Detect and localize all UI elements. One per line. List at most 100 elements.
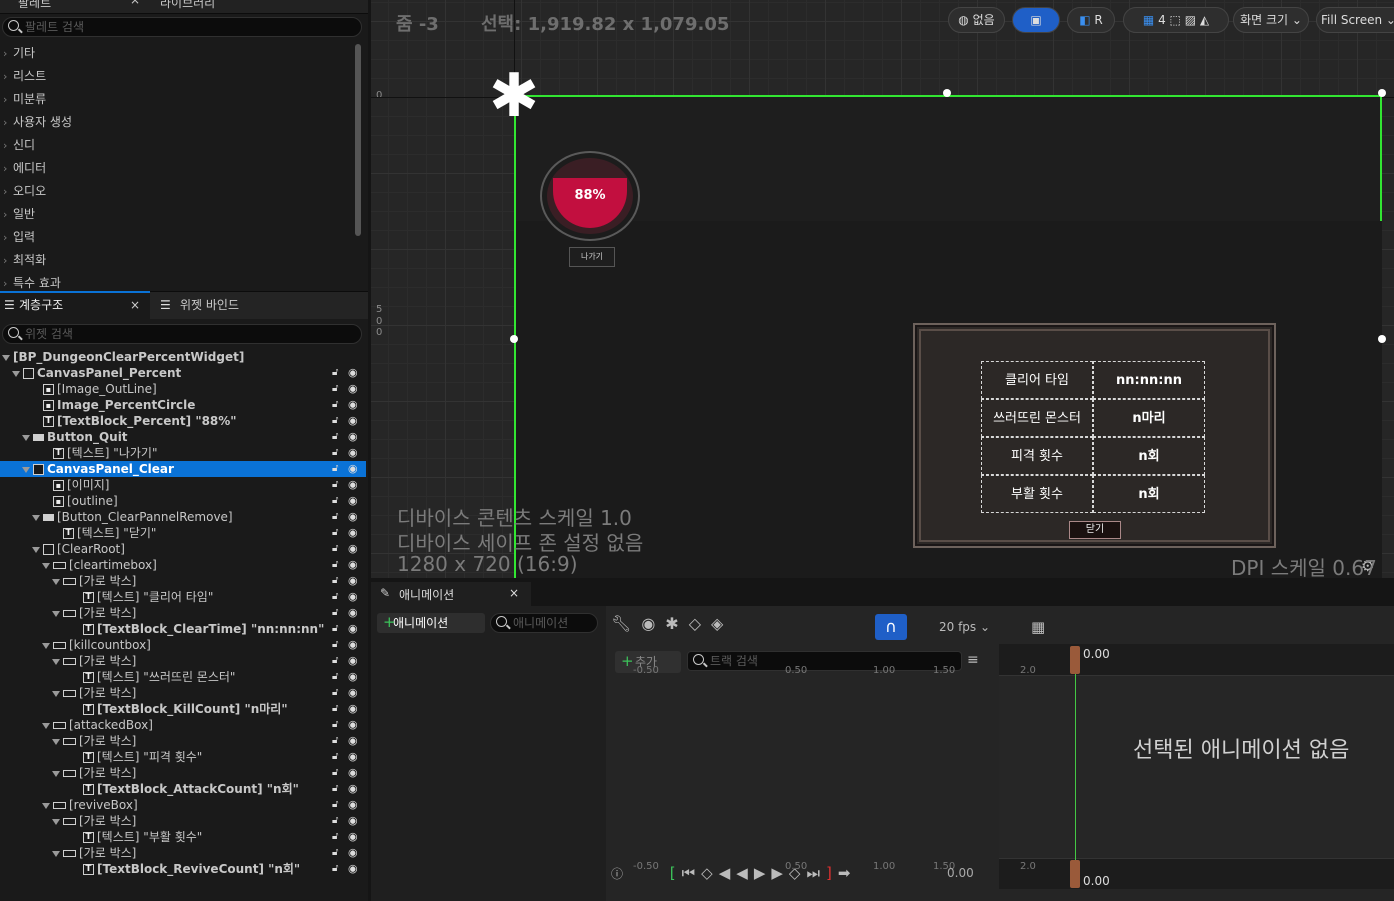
widget-search-input[interactable]: 위젯 검색 [2,324,362,344]
tree-item[interactable]: ▪ [outline] 🔓︎ ◉ [0,493,366,509]
tree-item[interactable]: [가로 박스] 🔓︎ ◉ [0,813,366,829]
start-range-icon[interactable]: [ [670,864,682,882]
lock-icon[interactable]: 🔓︎ [332,717,338,733]
tree-item[interactable]: T [텍스트] "닫기" 🔓︎ ◉ [0,525,366,541]
step-back-icon[interactable]: ◀ [719,864,737,882]
eye-icon[interactable]: ◉ [348,525,358,541]
fill-screen-dropdown[interactable]: Fill Screen ⌄ [1316,7,1394,33]
eye-icon[interactable]: ◉ [348,669,358,685]
to-start-icon[interactable]: ⏮ [682,864,702,882]
r-button[interactable]: ◧ R [1067,7,1115,33]
tree-item[interactable]: [reviveBox] 🔓︎ ◉ [0,797,366,813]
current-time-field[interactable]: 0.00 [947,866,974,880]
close-icon[interactable]: × [130,0,140,7]
eye-icon[interactable]: ◉ [348,589,358,605]
expand-arrow-icon[interactable] [52,658,60,665]
eye-icon[interactable]: ◉ [348,541,358,557]
palette-scrollbar[interactable] [355,44,361,236]
tab-palette[interactable]: 팔레트 [18,0,51,11]
resize-handle-top[interactable] [943,89,951,97]
end-range-icon[interactable]: ] [826,864,838,882]
lock-icon[interactable]: 🔓︎ [332,797,338,813]
designer-viewport[interactable]: 줌 -3 선택: 1,919.82 x 1,079.05 ◍ 없음 ▣ ◧ R … [371,0,1394,578]
close-icon[interactable]: × [509,586,519,600]
lock-icon[interactable]: 🔓︎ [332,749,338,765]
anchor-flower-icon[interactable]: ✱ [484,66,544,128]
lock-icon[interactable]: 🔓︎ [332,413,338,429]
expand-arrow-icon[interactable] [52,770,60,777]
tree-item[interactable]: [가로 박스] 🔓︎ ◉ [0,653,366,669]
lock-icon[interactable]: 🔓︎ [332,429,338,445]
globe-none-button[interactable]: ◍ 없음 [948,7,1005,33]
palette-category-item[interactable]: 입력 [0,226,350,249]
tree-item[interactable]: [BP_DungeonClearPercentWidget] [0,349,366,365]
filter-icon[interactable]: ≡ [967,652,979,668]
tree-item[interactable]: [가로 박스] 🔓︎ ◉ [0,573,366,589]
lock-icon[interactable]: 🔓︎ [332,669,338,685]
tree-item[interactable]: ▪ [이미지] 🔓︎ ◉ [0,477,366,493]
lock-icon[interactable]: 🔓︎ [332,397,338,413]
tree-item[interactable]: [가로 박스] 🔓︎ ◉ [0,765,366,781]
gear-dropdown-icon[interactable]: ✱ [665,614,688,633]
expand-arrow-icon[interactable] [52,690,60,697]
tree-item[interactable]: T [텍스트] "부활 횟수" 🔓︎ ◉ [0,829,366,845]
eye-icon[interactable]: ◉ [348,749,358,765]
eye-icon[interactable]: ◉ [641,614,665,633]
grid-controls[interactable]: ▦ 4 ⬚ ▨ ◭ [1123,7,1229,33]
lock-icon[interactable]: 🔓︎ [332,781,338,797]
to-end-icon[interactable]: ⏭ [806,864,826,882]
screen-size-dropdown[interactable]: 화면 크기 ⌄ [1233,7,1309,33]
palette-category-item[interactable]: 미분류 [0,88,350,111]
widget-canvas[interactable]: 88% 나가기 클리어 타임 nn:nn:nn 쓰러뜨린 몬스터 n마리 피격 횟수 n회… [510,89,1386,578]
lock-icon[interactable]: 🔓︎ [332,733,338,749]
keyframe-icon[interactable]: ◇ [689,614,711,633]
tree-item[interactable]: [attackedBox] 🔓︎ ◉ [0,717,366,733]
tree-item[interactable]: [가로 박스] 🔓︎ ◉ [0,845,366,861]
lock-icon[interactable]: 🔓︎ [332,845,338,861]
tab-animation[interactable]: 애니메이션 [399,586,454,603]
curve-editor-icon[interactable]: ▦ [1031,618,1045,636]
eye-icon[interactable]: ◉ [348,653,358,669]
eye-icon[interactable]: ◉ [348,493,358,509]
tree-item[interactable]: [가로 박스] 🔓︎ ◉ [0,733,366,749]
tree-item[interactable]: [killcountbox] 🔓︎ ◉ [0,637,366,653]
tree-item[interactable]: [가로 박스] 🔓︎ ◉ [0,605,366,621]
expand-arrow-icon[interactable] [12,370,20,377]
expand-arrow-icon[interactable] [32,546,40,553]
tree-item[interactable]: ▪ Image_PercentCircle 🔓︎ ◉ [0,397,366,413]
eye-icon[interactable]: ◉ [348,813,358,829]
tree-item[interactable]: T [TextBlock_ReviveCount] "n회" 🔓︎ ◉ [0,861,366,877]
eye-icon[interactable]: ◉ [348,605,358,621]
next-key-icon[interactable]: ◇ [789,864,807,882]
eye-icon[interactable]: ◉ [348,509,358,525]
tree-item[interactable]: T [TextBlock_KillCount] "n마리" 🔓︎ ◉ [0,701,366,717]
lock-icon[interactable]: 🔓︎ [332,765,338,781]
expand-arrow-icon[interactable] [52,738,60,745]
key-icon[interactable]: ◈ [711,614,733,633]
expand-arrow-icon[interactable] [52,578,60,585]
eye-icon[interactable]: ◉ [348,557,358,573]
lock-icon[interactable]: 🔓︎ [332,605,338,621]
tree-item[interactable]: T [텍스트] "쓰러뜨린 몬스터" 🔓︎ ◉ [0,669,366,685]
eye-icon[interactable]: ◉ [348,685,358,701]
tree-item[interactable]: Button_Quit 🔓︎ ◉ [0,429,366,445]
palette-category-item[interactable]: 최적화 [0,249,350,272]
snap-magnet-button[interactable]: ∩ [875,614,907,640]
lock-icon[interactable]: 🔓︎ [332,829,338,845]
lock-icon[interactable]: 🔓︎ [332,637,338,653]
eye-icon[interactable]: ◉ [348,413,358,429]
eye-icon[interactable]: ◉ [348,765,358,781]
palette-category-item[interactable]: 에디터 [0,157,350,180]
play-icon[interactable]: ▶ [754,864,772,882]
tree-item[interactable]: T [텍스트] "나가기" 🔓︎ ◉ [0,445,366,461]
tree-item[interactable]: [ClearRoot] 🔓︎ ◉ [0,541,366,557]
tree-item[interactable]: T [TextBlock_AttackCount] "n회" 🔓︎ ◉ [0,781,366,797]
lock-icon[interactable]: 🔓︎ [332,509,338,525]
lock-icon[interactable]: 🔓︎ [332,541,338,557]
tab-hierarchy[interactable]: 계층구조 [19,292,63,318]
palette-category-item[interactable]: 사용자 생성 [0,111,350,134]
palette-search-input[interactable]: 팔레트 검색 [2,17,362,37]
expand-arrow-icon[interactable] [42,722,50,729]
expand-arrow-icon[interactable] [42,802,50,809]
lock-icon[interactable]: 🔓︎ [332,461,338,477]
